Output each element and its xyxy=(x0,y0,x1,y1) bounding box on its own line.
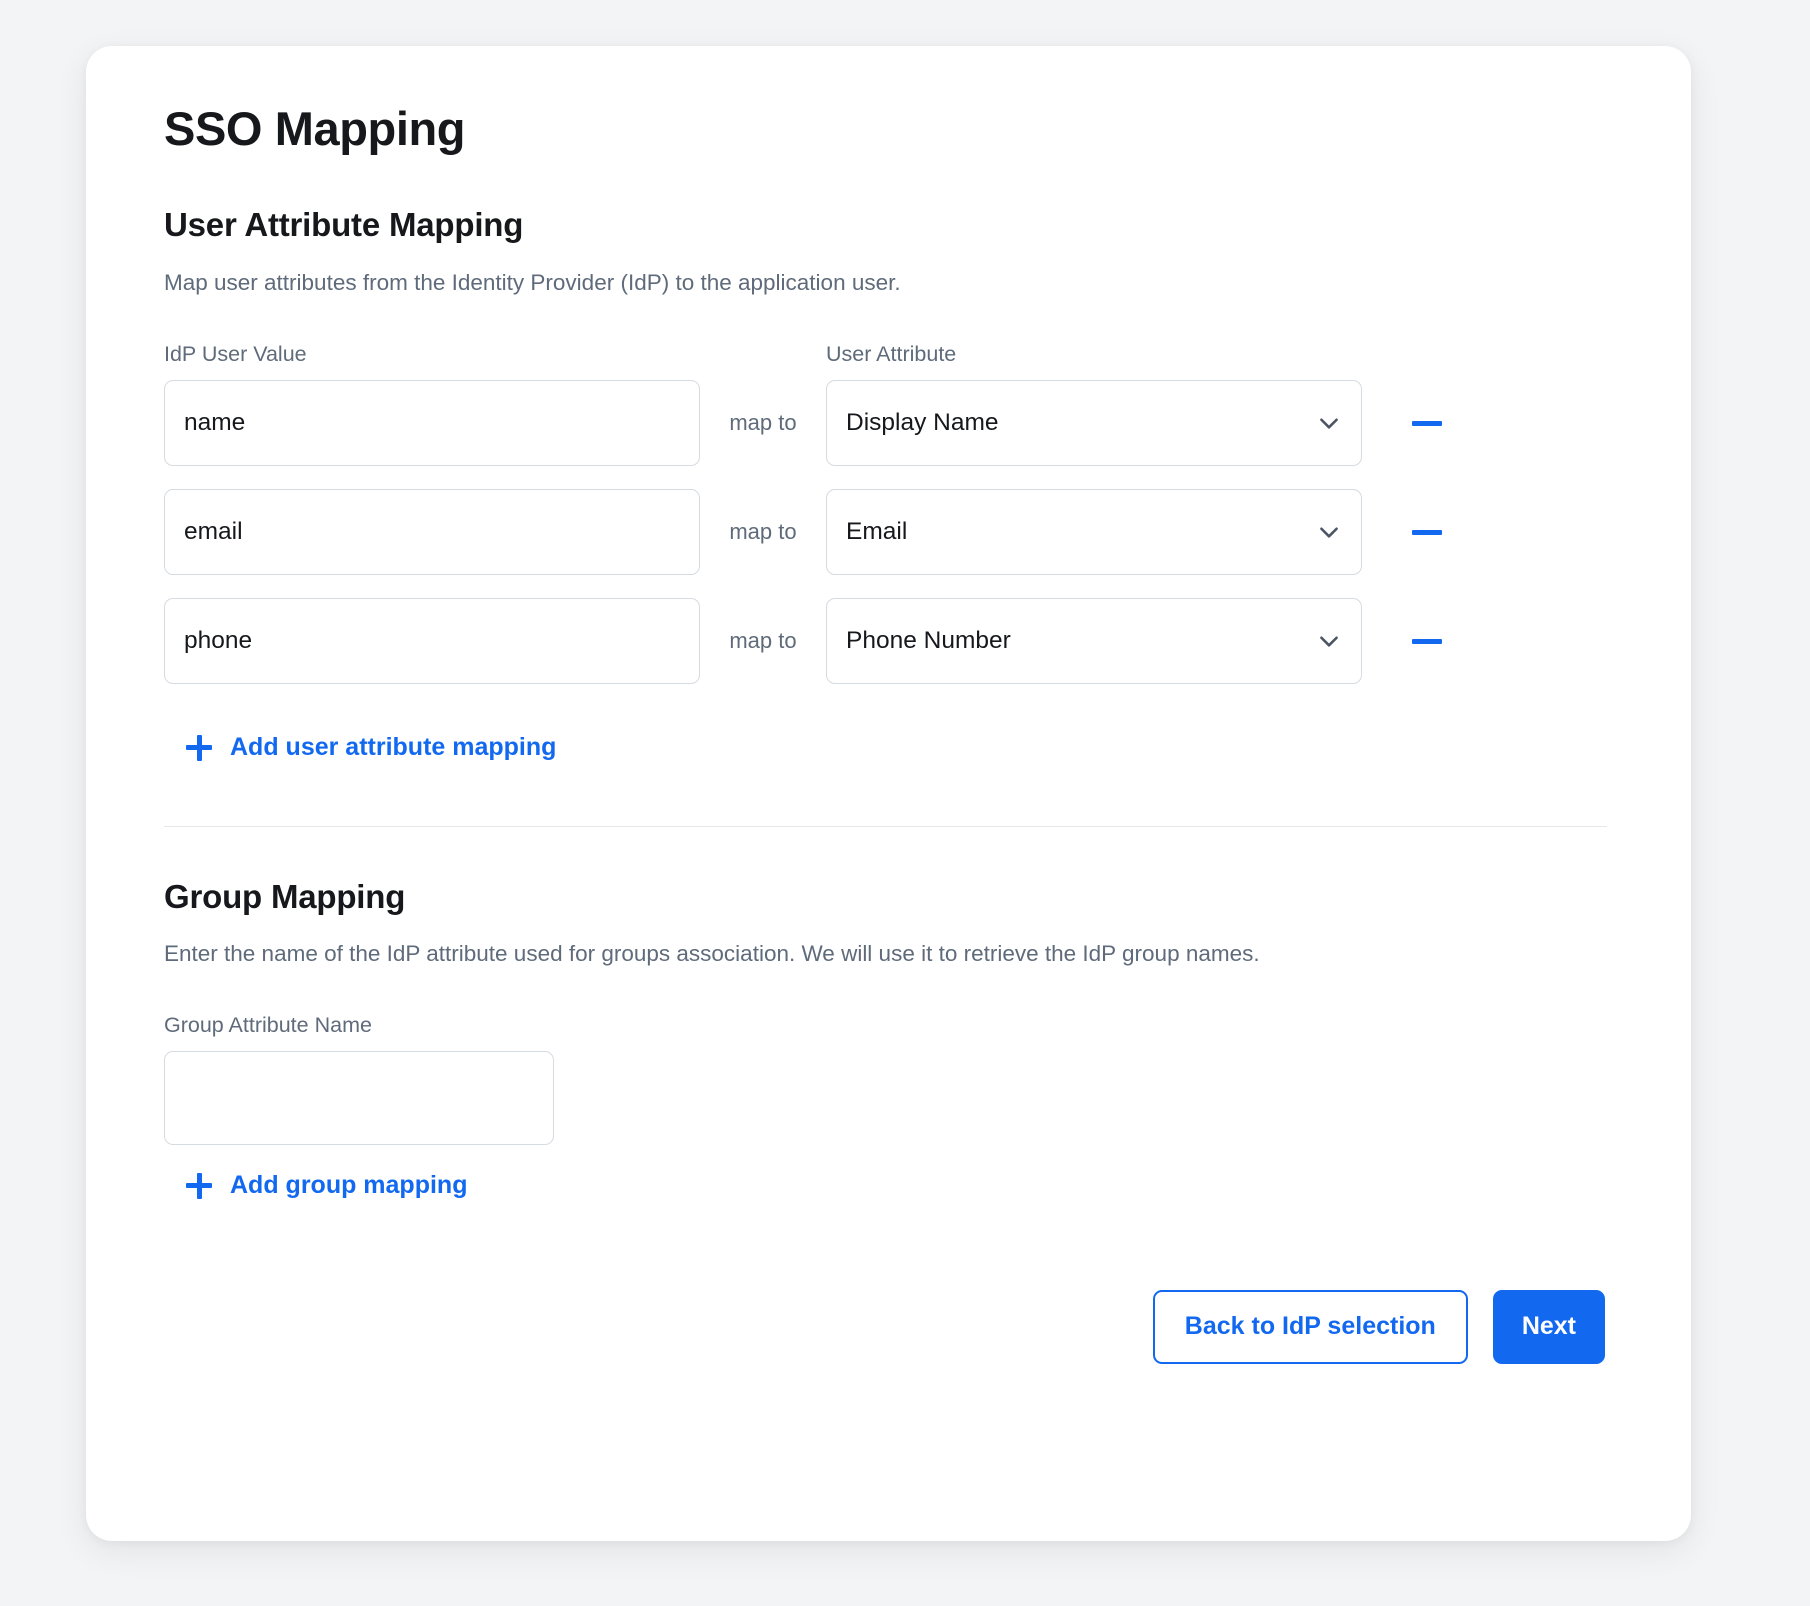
user-attribute-select[interactable]: Email xyxy=(826,489,1362,576)
mapping-row: map to Email xyxy=(164,489,1607,576)
chevron-down-icon xyxy=(1320,418,1338,429)
group-attribute-name-input[interactable] xyxy=(164,1051,554,1146)
mapping-row: map to Phone Number xyxy=(164,598,1607,685)
group-section-heading: Group Mapping xyxy=(164,877,406,915)
minus-icon xyxy=(1412,420,1442,426)
plus-icon xyxy=(186,734,212,761)
group-mapping-section: Group Mapping Enter the name of the IdP … xyxy=(164,877,1607,1204)
sso-mapping-card: SSO Mapping User Attribute Mapping Map u… xyxy=(86,46,1691,1541)
mapping-column-headers: IdP User Value User Attribute xyxy=(164,342,1607,367)
user-attribute-select-wrapper: Phone Number xyxy=(826,598,1362,685)
user-attribute-select-value: Email xyxy=(846,518,908,546)
user-attribute-select[interactable]: Phone Number xyxy=(826,598,1362,685)
remove-mapping-button[interactable] xyxy=(1404,618,1450,664)
user-attribute-select-value: Phone Number xyxy=(846,627,1011,655)
group-section-description: Enter the name of the IdP attribute used… xyxy=(164,940,1260,966)
add-group-mapping-label: Add group mapping xyxy=(230,1171,468,1200)
user-attribute-section-heading: User Attribute Mapping xyxy=(164,206,524,244)
section-divider xyxy=(164,825,1607,827)
column-header-idp-user-value: IdP User Value xyxy=(164,342,307,367)
back-to-idp-selection-button[interactable]: Back to IdP selection xyxy=(1152,1289,1468,1364)
user-attribute-select-wrapper: Display Name xyxy=(826,380,1362,467)
minus-icon xyxy=(1412,529,1442,535)
map-to-label: map to xyxy=(729,519,797,545)
column-header-user-attribute: User Attribute xyxy=(826,342,957,367)
page-root: SSO Mapping User Attribute Mapping Map u… xyxy=(0,0,1810,1606)
map-to-label: map to xyxy=(729,410,797,436)
page-title: SSO Mapping xyxy=(164,102,466,155)
map-to-label: map to xyxy=(729,628,797,654)
idp-user-value-input[interactable] xyxy=(164,489,700,576)
user-attribute-section-description: Map user attributes from the Identity Pr… xyxy=(164,269,901,295)
add-group-mapping-button[interactable]: Add group mapping xyxy=(186,1171,467,1200)
user-attribute-mapping-section: User Attribute Mapping Map user attribut… xyxy=(164,207,1607,765)
group-attribute-name-label: Group Attribute Name xyxy=(164,1013,372,1038)
remove-mapping-button[interactable] xyxy=(1404,509,1450,555)
user-attribute-select-wrapper: Email xyxy=(826,489,1362,576)
user-attribute-select-value: Display Name xyxy=(846,409,999,437)
mapping-row: map to Display Name xyxy=(164,380,1607,467)
user-attribute-select[interactable]: Display Name xyxy=(826,380,1362,467)
add-user-attribute-mapping-button[interactable]: Add user attribute mapping xyxy=(186,733,556,762)
remove-mapping-button[interactable] xyxy=(1404,400,1450,446)
next-button[interactable]: Next xyxy=(1492,1289,1605,1364)
chevron-down-icon xyxy=(1320,636,1338,647)
minus-icon xyxy=(1412,638,1442,644)
plus-icon xyxy=(186,1172,212,1199)
chevron-down-icon xyxy=(1320,527,1338,538)
card-footer: Back to IdP selection Next xyxy=(164,1289,1607,1364)
idp-user-value-input[interactable] xyxy=(164,598,700,685)
idp-user-value-input[interactable] xyxy=(164,380,700,467)
add-user-attribute-mapping-label: Add user attribute mapping xyxy=(230,733,557,762)
